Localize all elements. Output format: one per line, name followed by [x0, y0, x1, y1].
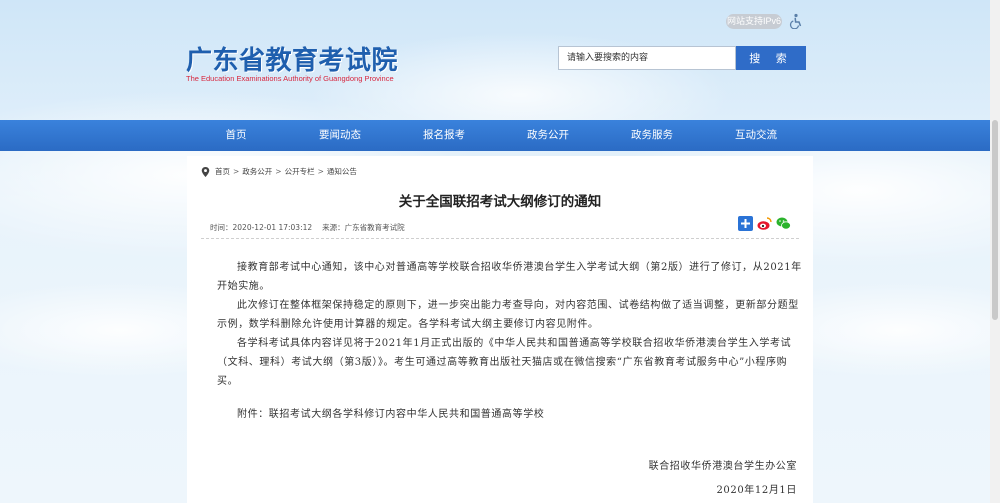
share-plus-icon[interactable]: [738, 216, 753, 231]
article-source: 来源：广东省教育考试院: [322, 223, 405, 232]
wechat-icon[interactable]: [776, 216, 791, 231]
nav-item-interaction[interactable]: 互动交流: [735, 120, 777, 151]
breadcrumb: 首页 > 政务公开 > 公开专栏 > 通知公告: [201, 166, 357, 177]
main-nav: 首页 要闻动态 报名报考 政务公开 政务服务 互动交流: [0, 120, 1000, 151]
signature-date: 2020年12月1日: [716, 485, 797, 496]
scrollbar-thumb[interactable]: [992, 120, 998, 320]
accessibility-icon[interactable]: [788, 13, 804, 29]
search-button[interactable]: 搜 索: [736, 46, 806, 70]
nav-item-registration[interactable]: 报名报考: [423, 120, 465, 151]
breadcrumb-disclosure[interactable]: 政务公开: [242, 166, 272, 177]
article-body: 接教育部考试中心通知，该中心对普通高等学校联合招收华侨港澳台学生入学考试大纲（第…: [217, 258, 802, 424]
nav-item-home[interactable]: 首页: [226, 120, 247, 151]
breadcrumb-home[interactable]: 首页: [215, 166, 230, 177]
site-logo-subtitle: The Education Examinations Authority of …: [186, 74, 394, 83]
article-signature-block: 联合招收华侨港澳台学生办公室 2020年12月1日: [649, 457, 797, 500]
nav-item-disclosure[interactable]: 政务公开: [527, 120, 569, 151]
breadcrumb-separator: >: [317, 167, 324, 176]
title-divider: [201, 238, 799, 239]
publish-time: 时间：2020-12-01 17:03:12: [210, 223, 313, 232]
weibo-icon[interactable]: [757, 216, 772, 231]
article-paragraph: 各学科考试具体内容详见将于2021年1月正式出版的《中华人民共和国普通高等学校联…: [217, 338, 792, 387]
signature-office: 联合招收华侨港澳台学生办公室: [648, 461, 797, 472]
site-logo-title[interactable]: 广东省教育考试院: [186, 40, 398, 77]
article-paragraph: 接教育部考试中心通知，该中心对普通高等学校联合招收华侨港澳台学生入学考试大纲（第…: [217, 262, 802, 292]
article-paragraph: 此次修订在整体框架保持稳定的原则下，进一步突出能力考查导向，对内容范围、试卷结构…: [217, 300, 799, 330]
ipv6-badge[interactable]: 网站支持IPv6: [726, 14, 782, 29]
breadcrumb-column[interactable]: 公开专栏: [285, 166, 315, 177]
attachment-link[interactable]: 附件：联招考试大纲各学科修订内容中华人民共和国普通高等学校: [217, 405, 802, 424]
breadcrumb-separator: >: [233, 167, 240, 176]
article-meta: 时间：2020-12-01 17:03:12 来源：广东省教育考试院: [210, 222, 405, 233]
breadcrumb-notices[interactable]: 通知公告: [327, 166, 357, 177]
page-scrollbar[interactable]: [990, 0, 1000, 503]
location-pin-icon: [201, 166, 210, 177]
nav-item-news[interactable]: 要闻动态: [319, 120, 361, 151]
article-panel: 首页 > 政务公开 > 公开专栏 > 通知公告 关于全国联招考试大纲修订的通知 …: [187, 156, 813, 503]
nav-item-services[interactable]: 政务服务: [631, 120, 673, 151]
article-title: 关于全国联招考试大纲修订的通知: [398, 194, 602, 210]
search-input[interactable]: [558, 46, 736, 70]
breadcrumb-separator: >: [275, 167, 282, 176]
